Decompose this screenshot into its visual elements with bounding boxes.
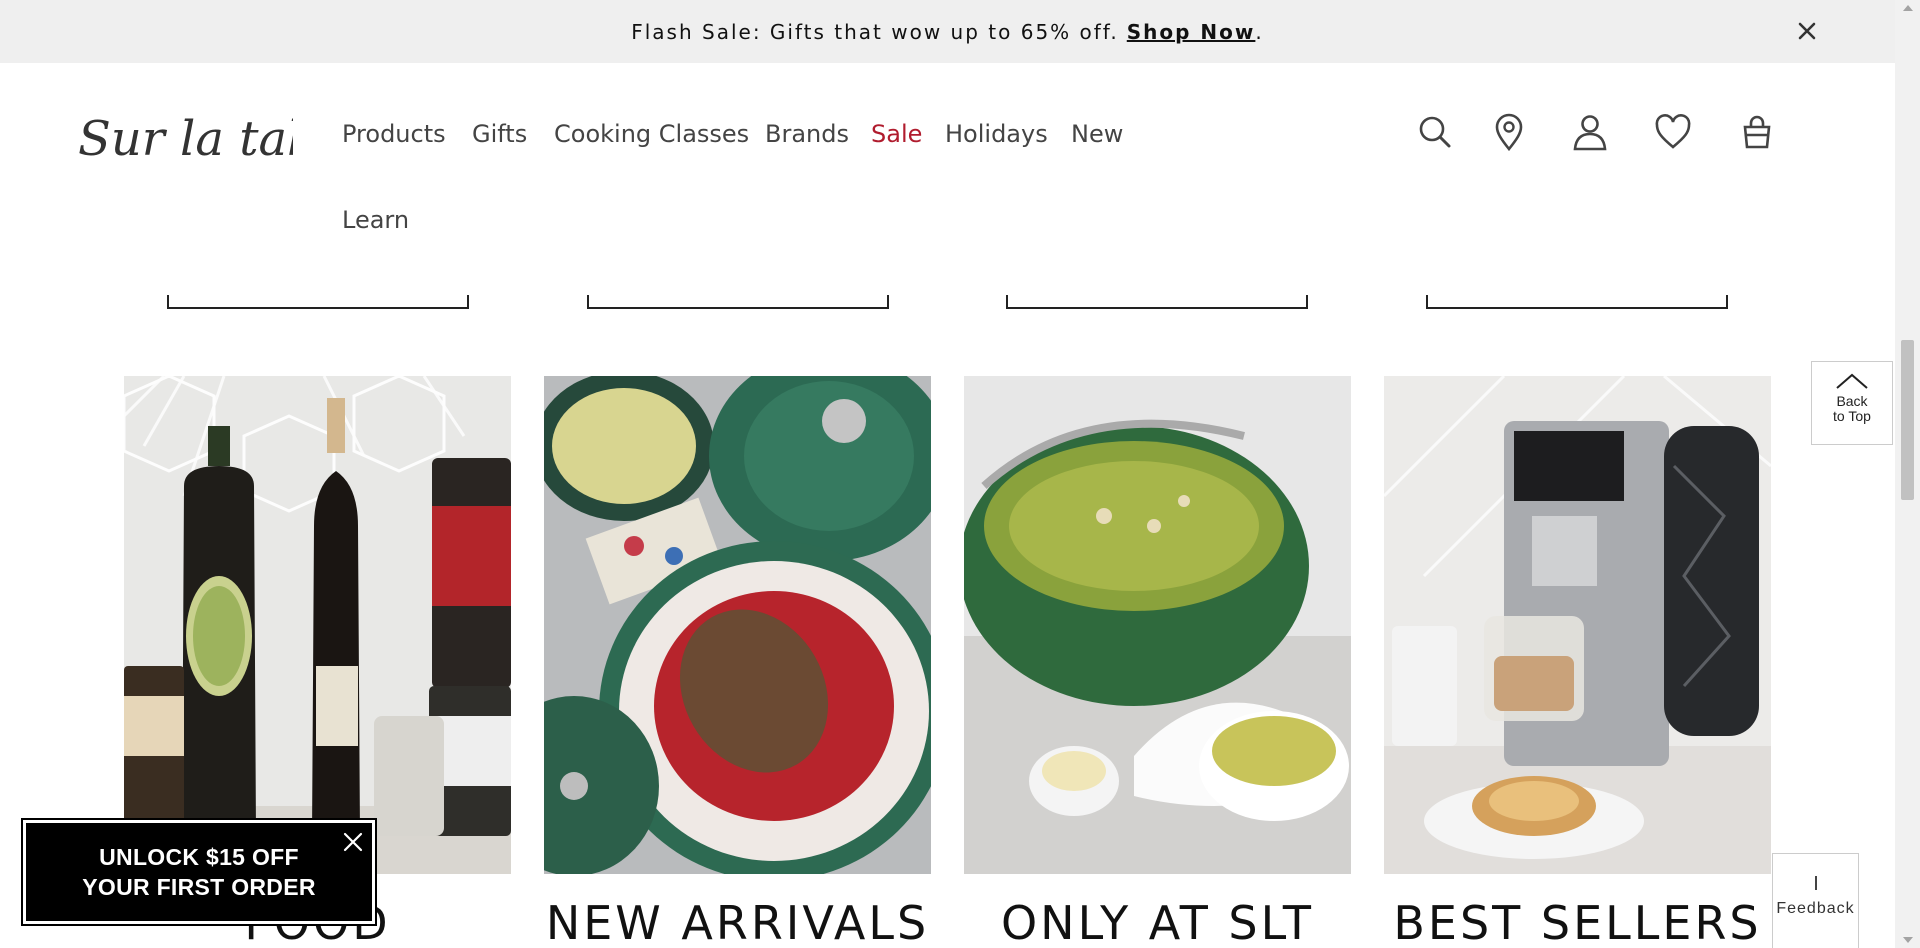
- category-tile-food[interactable]: [124, 376, 511, 874]
- shopping-bag-icon[interactable]: [1737, 113, 1777, 153]
- account-icon[interactable]: [1570, 113, 1610, 153]
- back-to-top-line2: to Top: [1833, 408, 1871, 424]
- nav-cooking-classes[interactable]: Cooking Classes: [554, 120, 749, 148]
- search-icon[interactable]: [1415, 113, 1455, 153]
- nav-brands[interactable]: Brands: [765, 120, 849, 148]
- close-icon[interactable]: [342, 831, 364, 853]
- close-icon[interactable]: [1795, 19, 1819, 43]
- category-tile-new-arrivals[interactable]: [544, 376, 931, 874]
- site-header: Sur la table Products Gifts Cooking Clas…: [0, 63, 1895, 283]
- shop-now-link[interactable]: Shop Now: [1127, 20, 1256, 44]
- store-location-icon[interactable]: [1489, 113, 1529, 153]
- feedback-button[interactable]: Feedback: [1772, 853, 1859, 948]
- wishlist-heart-icon[interactable]: [1653, 113, 1693, 153]
- chevron-up-icon: [1836, 373, 1868, 389]
- green-dutch-oven-soup-image: [964, 376, 1351, 874]
- nav-products[interactable]: Products: [342, 120, 446, 148]
- espresso-machine-latte-image: [1384, 376, 1771, 874]
- logo-text: Sur la table: [78, 111, 293, 167]
- category-tab-underline: [167, 295, 469, 309]
- promo-text: UNLOCK $15 OFF YOUR FIRST ORDER: [82, 842, 316, 902]
- pantry-oils-vinegars-spices-image: [124, 376, 511, 874]
- category-tab-underline: [1006, 295, 1308, 309]
- nav-holidays[interactable]: Holidays: [945, 120, 1048, 148]
- feedback-icon: [1814, 876, 1817, 890]
- flash-sale-text: Flash Sale: Gifts that wow up to 65% off…: [631, 19, 1119, 44]
- nav-gifts[interactable]: Gifts: [472, 120, 527, 148]
- green-cookware-pork-dish-image: [544, 376, 931, 874]
- scroll-down-icon[interactable]: [1903, 937, 1913, 943]
- nav-new[interactable]: New: [1071, 120, 1123, 148]
- scrollbar-thumb[interactable]: [1901, 340, 1914, 500]
- page-scrollbar[interactable]: [1895, 0, 1920, 948]
- tile-title-new-arrivals[interactable]: NEW ARRIVALS: [544, 896, 931, 948]
- category-tab-underline: [1426, 295, 1728, 309]
- back-to-top-line1: Back: [1836, 393, 1868, 409]
- category-tile-only-at-slt[interactable]: [964, 376, 1351, 874]
- flash-sale-suffix: .: [1255, 19, 1264, 44]
- nav-learn[interactable]: Learn: [342, 206, 409, 234]
- promo-line1: UNLOCK $15 OFF: [99, 844, 299, 870]
- back-to-top-button[interactable]: Back to Top: [1811, 361, 1893, 445]
- feedback-label: Feedback: [1776, 900, 1855, 917]
- nav-sale[interactable]: Sale: [871, 120, 922, 148]
- scroll-up-icon[interactable]: [1903, 5, 1913, 11]
- category-tab-underline: [587, 295, 889, 309]
- sur-la-table-logo[interactable]: Sur la table: [78, 103, 293, 173]
- flash-sale-bar: Flash Sale: Gifts that wow up to 65% off…: [0, 0, 1895, 63]
- promo-line2: YOUR FIRST ORDER: [82, 874, 316, 900]
- first-order-promo-popup[interactable]: UNLOCK $15 OFF YOUR FIRST ORDER: [23, 820, 375, 924]
- tile-title-only-at-slt[interactable]: ONLY AT SLT: [964, 896, 1351, 948]
- category-tile-best-sellers[interactable]: [1384, 376, 1771, 874]
- tile-title-best-sellers[interactable]: BEST SELLERS: [1384, 896, 1771, 948]
